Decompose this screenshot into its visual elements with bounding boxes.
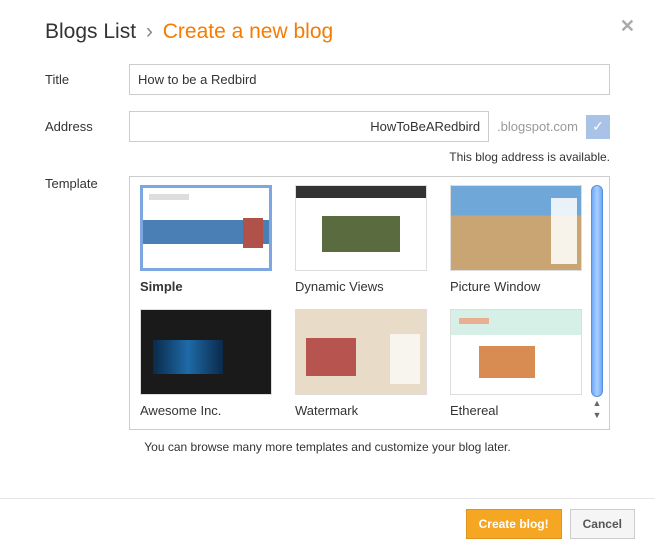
- template-grid: Simple Dynamic Views Picture Window Awes…: [140, 185, 587, 421]
- scrollbar-thumb[interactable]: [591, 185, 603, 397]
- address-field-wrap: .blogspot.com ✓: [129, 111, 610, 142]
- scroll-up-icon[interactable]: ▲: [593, 398, 602, 408]
- title-label: Title: [45, 72, 119, 87]
- template-list: Simple Dynamic Views Picture Window Awes…: [129, 176, 610, 430]
- template-dynamic-views[interactable]: Dynamic Views: [295, 185, 432, 297]
- availability-status: This blog address is available.: [129, 150, 610, 164]
- template-name: Dynamic Views: [295, 279, 432, 294]
- divider: [0, 498, 655, 499]
- template-name: Awesome Inc.: [140, 403, 277, 418]
- breadcrumb-separator: ›: [146, 20, 153, 43]
- close-icon[interactable]: ✕: [620, 16, 635, 37]
- template-name: Simple: [140, 279, 277, 294]
- template-picture-window[interactable]: Picture Window: [450, 185, 587, 297]
- template-name: Picture Window: [450, 279, 587, 294]
- create-blog-dialog: ✕ Blogs List › Create a new blog Title A…: [0, 0, 655, 474]
- breadcrumb: Blogs List › Create a new blog: [45, 20, 610, 44]
- template-ethereal[interactable]: Ethereal: [450, 309, 587, 421]
- breadcrumb-current: Create a new blog: [163, 20, 333, 43]
- template-thumb: [450, 309, 582, 395]
- template-watermark[interactable]: Watermark: [295, 309, 432, 421]
- template-thumb: [295, 309, 427, 395]
- template-thumb: [140, 309, 272, 395]
- template-thumb: [295, 185, 427, 271]
- address-label: Address: [45, 119, 119, 134]
- template-row: Template Simple Dynamic Views Picture Wi…: [45, 176, 610, 430]
- check-icon: ✓: [586, 115, 610, 139]
- address-suffix: .blogspot.com: [497, 119, 578, 134]
- template-thumb: [450, 185, 582, 271]
- scrollbar[interactable]: ▲ ▼: [589, 185, 605, 421]
- template-awesome-inc[interactable]: Awesome Inc.: [140, 309, 277, 421]
- scroll-down-icon[interactable]: ▼: [593, 410, 602, 420]
- address-input[interactable]: [129, 111, 489, 142]
- template-name: Ethereal: [450, 403, 587, 418]
- cancel-button[interactable]: Cancel: [570, 509, 635, 539]
- address-row: Address .blogspot.com ✓: [45, 111, 610, 142]
- template-simple[interactable]: Simple: [140, 185, 277, 297]
- template-name: Watermark: [295, 403, 432, 418]
- template-thumb: [140, 185, 272, 271]
- template-hint: You can browse many more templates and c…: [45, 440, 610, 454]
- title-row: Title: [45, 64, 610, 95]
- template-label: Template: [45, 176, 119, 191]
- create-blog-button[interactable]: Create blog!: [466, 509, 562, 539]
- dialog-footer: Create blog! Cancel: [466, 509, 635, 539]
- title-input[interactable]: [129, 64, 610, 95]
- breadcrumb-root[interactable]: Blogs List: [45, 20, 136, 43]
